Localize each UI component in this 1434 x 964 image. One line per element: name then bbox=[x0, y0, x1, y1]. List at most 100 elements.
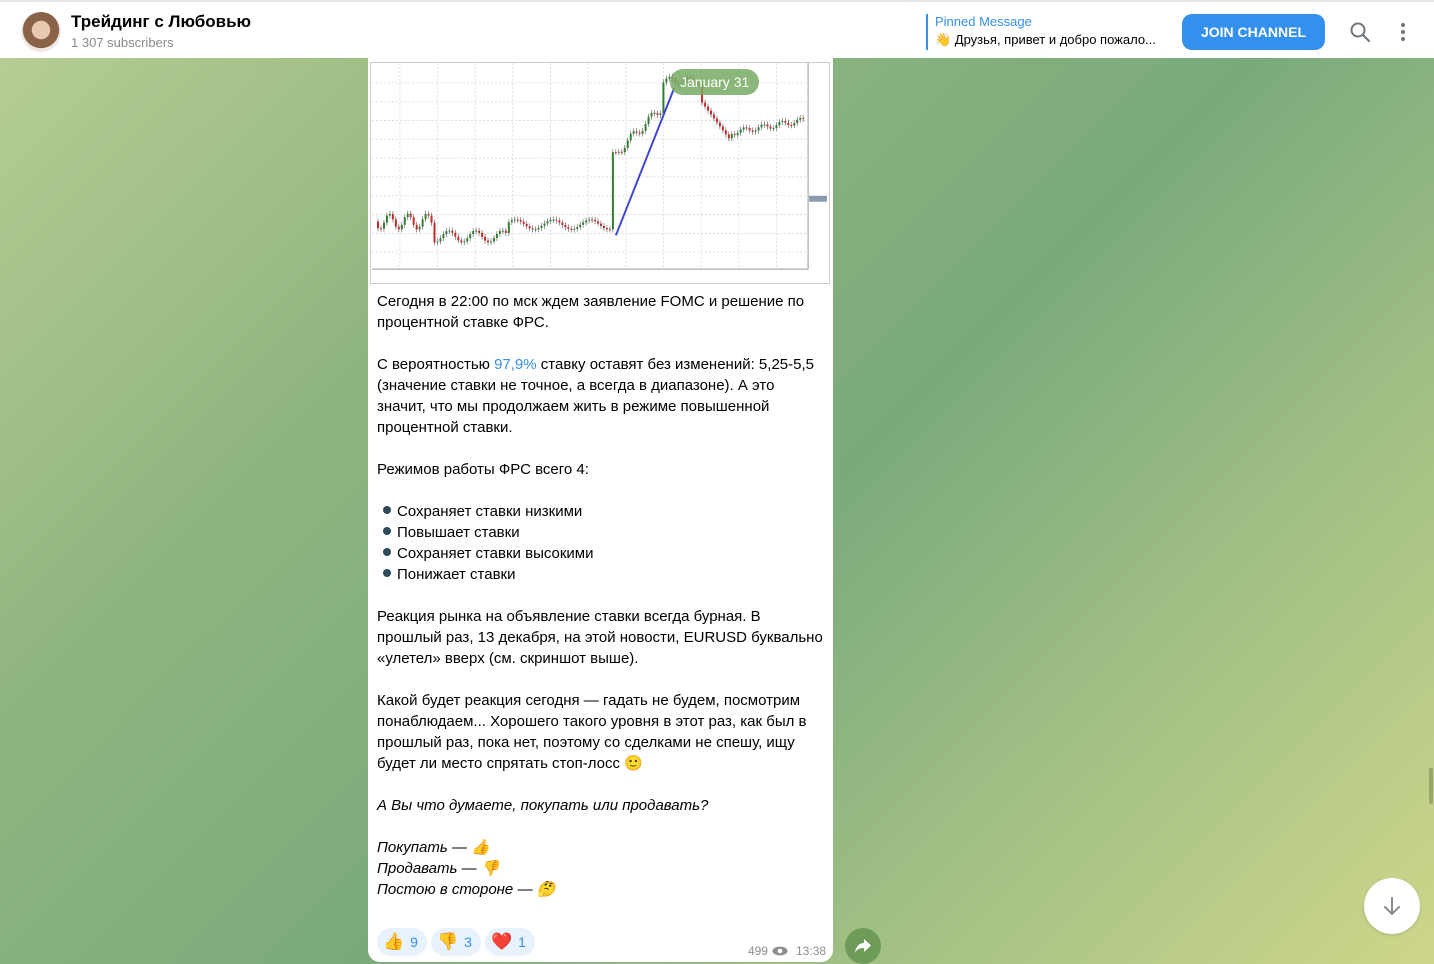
candle bbox=[635, 131, 638, 133]
message-text: Сегодня в 22:00 по мск ждем заявление FO… bbox=[377, 291, 827, 900]
candle bbox=[391, 213, 394, 220]
share-icon bbox=[855, 939, 871, 953]
question: А Вы что думаете, покупать или продавать… bbox=[377, 797, 709, 814]
candle bbox=[799, 118, 802, 120]
candle bbox=[498, 231, 501, 234]
list-item: Сохраняет ставки низкими bbox=[377, 501, 827, 522]
text: С вероятностью bbox=[377, 356, 495, 373]
candle bbox=[555, 219, 558, 221]
candle bbox=[638, 132, 641, 134]
search-icon[interactable] bbox=[1348, 20, 1372, 44]
candle bbox=[600, 223, 602, 227]
candle bbox=[644, 123, 647, 131]
paragraph-6: А Вы что думаете, покупать или продавать… bbox=[377, 795, 827, 816]
subscriber-count: 1 307 subscribers bbox=[71, 35, 174, 50]
candle bbox=[513, 219, 516, 221]
candle bbox=[629, 133, 632, 141]
candle bbox=[478, 230, 481, 233]
candle bbox=[614, 152, 617, 154]
eye-icon bbox=[772, 946, 788, 956]
candle bbox=[501, 230, 504, 232]
channel-title[interactable]: Трейдинг с Любовью bbox=[71, 12, 251, 32]
date-pill: January 31 bbox=[670, 69, 760, 95]
candle bbox=[522, 221, 525, 224]
probability-link[interactable]: 97,9% bbox=[494, 356, 537, 373]
candle bbox=[481, 232, 484, 237]
candle bbox=[475, 230, 478, 232]
message-time: 13:38 bbox=[795, 944, 826, 958]
pinned-label: Pinned Message bbox=[935, 14, 1032, 29]
candle bbox=[460, 240, 463, 243]
chart-screenshot[interactable] bbox=[370, 62, 830, 284]
vote-buy: Покупать — 👍 bbox=[377, 839, 490, 856]
candle bbox=[715, 118, 718, 123]
pinned-text: 👋 Друзья, привет и добро пожало... bbox=[935, 32, 1156, 47]
candle bbox=[594, 219, 597, 222]
candle bbox=[552, 219, 555, 221]
candle bbox=[490, 241, 492, 243]
candle bbox=[757, 127, 760, 131]
candle bbox=[507, 222, 510, 233]
thumbs-down-icon: 👎 bbox=[436, 932, 459, 951]
candle bbox=[608, 229, 611, 231]
candle bbox=[439, 238, 442, 242]
candle bbox=[564, 224, 567, 228]
candle bbox=[504, 230, 507, 233]
candle bbox=[436, 241, 439, 243]
candle bbox=[721, 126, 724, 131]
share-button[interactable] bbox=[845, 928, 881, 964]
candle bbox=[778, 122, 781, 126]
paragraph-3: Режимов работы ФРС всего 4: bbox=[377, 461, 589, 478]
candle bbox=[424, 213, 427, 220]
join-channel-button[interactable]: JOIN CHANNEL bbox=[1182, 14, 1325, 50]
reaction-thumbs-down[interactable]: 👎 3 bbox=[430, 928, 481, 956]
candle bbox=[704, 102, 707, 107]
candle bbox=[442, 234, 445, 239]
candle bbox=[567, 227, 570, 229]
reaction-count: 1 bbox=[518, 934, 526, 950]
candle bbox=[579, 224, 582, 228]
price-marker bbox=[809, 195, 827, 202]
candle bbox=[469, 234, 472, 239]
scroll-down-button[interactable] bbox=[1364, 878, 1420, 934]
candle bbox=[796, 119, 799, 124]
candle bbox=[576, 227, 579, 229]
reaction-count: 9 bbox=[410, 934, 418, 950]
candle bbox=[656, 113, 659, 115]
candle bbox=[406, 213, 409, 218]
message-bubble: Сегодня в 22:00 по мск ждем заявление FO… bbox=[368, 58, 833, 962]
paragraph-5: Какой будет реакция сегодня — гадать не … bbox=[377, 692, 807, 772]
candle bbox=[466, 238, 469, 242]
reaction-thumbs-up[interactable]: 👍 9 bbox=[377, 928, 427, 956]
chat-header: Трейдинг с Любовью 1 307 subscribers Pin… bbox=[0, 0, 1434, 58]
trend-arrow bbox=[614, 87, 676, 236]
list-item: Понижает ставки bbox=[377, 564, 827, 585]
candle bbox=[790, 125, 793, 127]
candle bbox=[561, 222, 564, 225]
candle bbox=[412, 217, 415, 225]
candle bbox=[525, 223, 528, 227]
candle bbox=[433, 222, 436, 243]
reactions: 👍 9 👎 3 ❤️ 1 bbox=[377, 928, 535, 956]
channel-avatar[interactable] bbox=[21, 12, 61, 52]
pinned-message[interactable]: Pinned Message 👋 Друзья, привет и добро … bbox=[926, 14, 1156, 50]
candle bbox=[543, 223, 546, 226]
candle bbox=[727, 134, 730, 139]
more-options-icon[interactable] bbox=[1392, 20, 1414, 44]
candle bbox=[582, 222, 585, 225]
paragraph-1: Сегодня в 22:00 по мск ждем заявление FO… bbox=[377, 293, 805, 331]
candle bbox=[388, 213, 391, 216]
candle bbox=[617, 151, 620, 153]
candle bbox=[742, 127, 745, 130]
candle bbox=[492, 238, 495, 242]
candle bbox=[534, 229, 537, 231]
candle bbox=[739, 129, 742, 133]
scrollbar[interactable] bbox=[1429, 768, 1433, 804]
candle bbox=[665, 78, 668, 83]
reaction-count: 3 bbox=[464, 934, 472, 950]
candle bbox=[653, 112, 656, 114]
thumbs-up-icon: 👍 bbox=[383, 932, 405, 951]
reaction-heart[interactable]: ❤️ 1 bbox=[484, 928, 535, 956]
candle bbox=[647, 116, 650, 124]
candle bbox=[472, 231, 475, 235]
